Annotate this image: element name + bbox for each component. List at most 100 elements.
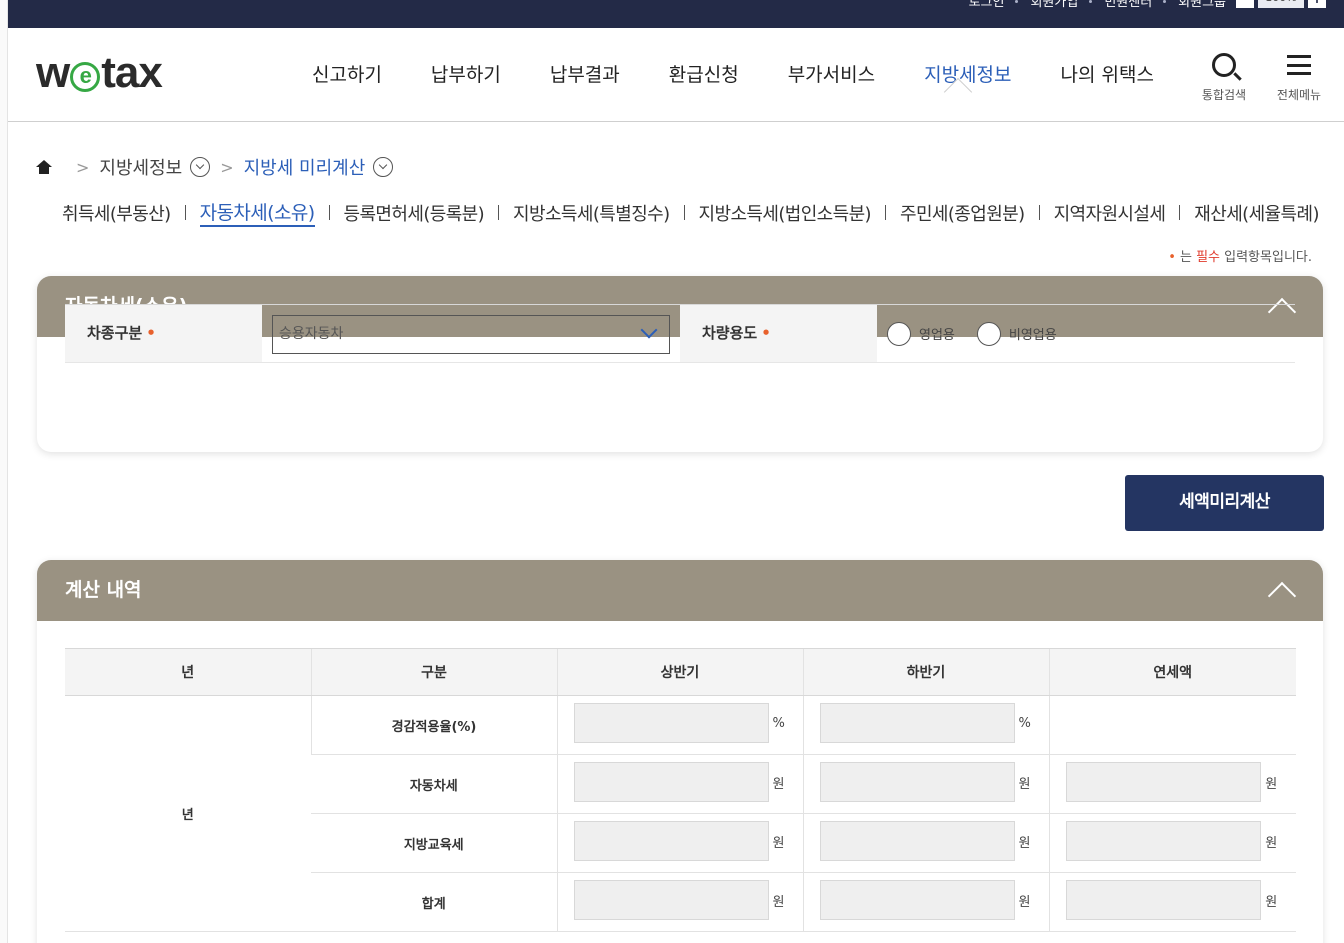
wetax-logo[interactable]: w e tax [36,48,163,98]
top-utility-bar: 로그인 회원가입 민원센터 회원그룹 - 100% + [8,0,1344,28]
tax-type-tabs: 취득세(부동산) 자동차세(소유) 등록면허세(등록분) 지방소득세(특별징수)… [62,198,1319,227]
main-navigation: 신고하기 납부하기 납부결과 환급신청 부가서비스 지방세정보 나의 위택스 [312,60,1203,87]
cell-vehicle-annual: 원 [1048,754,1296,814]
logo-e-mark: e [70,62,101,92]
nav-item-local-tax-info[interactable]: 지방세정보 [924,60,1011,87]
vehicle-form-row: 차종구분 • 승용자동차 차량용도 • 영업용 비영업용 [65,304,1295,363]
usage-option-commercial-label: 영업용 [919,328,955,343]
year-cell: 년 [65,695,311,932]
utility-links: 로그인 회원가입 민원센터 회원그룹 [969,0,1226,10]
vehicle-tax-first-half-field [573,762,769,802]
column-header-category: 구분 [310,648,557,696]
reduction-second-half-field [819,703,1015,743]
tab-registration-license-tax[interactable]: 등록면허세(등록분) [344,200,485,226]
tab-regional-resource-facility-tax[interactable]: 지역자원시설세 [1054,200,1166,226]
cell-reduction-second-half: % [802,695,1049,755]
usage-option-commercial[interactable]: 영업용 [887,321,955,346]
cell-education-first-half: 원 [556,813,803,873]
unit-label: % [1018,715,1031,731]
vehicle-tax-annual-field [1066,762,1262,802]
breadcrumb-level1[interactable]: 지방세정보 [99,154,182,180]
breadcrumb-separator-icon: > [220,157,234,177]
total-annual-field [1066,880,1262,920]
tab-vehicle-tax[interactable]: 자동차세(소유) [199,198,315,227]
help-center-link[interactable]: 민원센터 [1089,0,1152,10]
tab-property-tax-special[interactable]: 재산세(세율특례) [1194,200,1319,226]
radio-button-commercial[interactable] [887,321,911,346]
vehicle-type-cell: 승용자동차 [262,305,680,362]
signup-link[interactable]: 회원가입 [1015,0,1078,10]
nav-item-extra-services[interactable]: 부가서비스 [788,60,875,87]
tab-resident-tax-employee[interactable]: 주민세(종업원분) [900,200,1025,226]
collapse-result-panel-icon[interactable] [1267,578,1295,598]
zoom-level: 100% [1258,0,1304,8]
vehicle-type-selected-value: 승용자동차 [279,326,344,342]
nav-item-refund[interactable]: 환급신청 [669,60,739,87]
result-panel-title: 계산 내역 [65,579,142,601]
nav-item-payment[interactable]: 납부하기 [431,60,501,87]
all-menu-button[interactable]: 전체메뉴 [1270,50,1328,103]
nav-item-payment-result[interactable]: 납부결과 [550,60,620,87]
row-label-reduction-rate: 경감적용율(%) [310,695,557,755]
breadcrumb-level1-dropdown-icon[interactable] [190,157,211,177]
usage-option-noncommercial-label: 비영업용 [1008,328,1057,343]
login-link[interactable]: 로그인 [969,0,1005,10]
unit-label: 원 [1018,894,1031,910]
page: 로그인 회원가입 민원센터 회원그룹 - 100% + wetax 신고하기 납… [0,0,1344,943]
column-header-first-half: 상반기 [556,648,803,696]
tab-acquisition-tax[interactable]: 취득세(부동산) [62,200,171,226]
total-first-half-field [573,880,769,920]
row-label-education-tax: 지방교육세 [311,813,557,873]
cell-education-second-half: 원 [802,813,1049,873]
tab-divider [683,205,685,220]
result-table: 년 구분 상반기 하반기 연세액 년 경감적용율(%) % % 자동차세 원 원… [65,648,1296,932]
tab-divider [184,205,186,220]
vehicle-type-select[interactable]: 승용자동차 [272,315,670,354]
unit-label: 원 [772,894,785,910]
usage-option-noncommercial[interactable]: 비영업용 [976,321,1057,346]
logo-text-tax: tax [101,48,163,97]
search-icon [1212,53,1236,77]
cell-total-first-half: 원 [556,872,803,932]
tab-divider [1179,205,1181,220]
column-header-annual-tax: 연세액 [1048,648,1296,696]
required-note-suffix: 입력항목입니다. [1224,250,1312,265]
tab-local-income-tax-corporate[interactable]: 지방소득세(법인소득분) [699,200,872,226]
breadcrumb-current-dropdown-icon[interactable] [373,157,394,177]
unit-label: 원 [1265,894,1278,910]
home-icon[interactable] [36,160,52,174]
cell-reduction-annual [1048,695,1296,755]
member-group-link[interactable]: 회원그룹 [1163,0,1226,10]
breadcrumb-separator-icon: > [76,157,90,177]
usage-radio-group: 영업용 비영업용 [877,305,1295,362]
vehicle-type-label-text: 차종구분 [87,324,143,342]
total-second-half-field [819,880,1015,920]
education-tax-second-half-field [819,821,1015,861]
required-mark: • [146,324,156,342]
logo-text-w: w [36,48,70,97]
tab-divider [884,205,886,220]
nav-item-report[interactable]: 신고하기 [312,60,382,87]
zoom-control: - 100% + [1236,0,1326,8]
search-label: 통합검색 [1201,88,1247,102]
cell-vehicle-first-half: 원 [556,754,803,814]
zoom-out-button[interactable]: - [1236,0,1254,8]
tab-divider [1038,205,1040,220]
integrated-search-button[interactable]: 통합검색 [1196,50,1252,103]
vehicle-tax-form-panel: 자동차세(소유) 차종구분• 승용자동차 차량용도• 영업용 비영업용 [37,276,1323,452]
row-label-vehicle-tax: 자동차세 [311,754,557,814]
required-mark: • [761,324,771,342]
education-tax-first-half-field [573,821,769,861]
result-table-header-row: 년 구분 상반기 하반기 연세액 [65,648,1296,696]
breadcrumb-current[interactable]: 지방세 미리계산 [244,154,366,180]
nav-item-my-wetax[interactable]: 나의 위택스 [1061,60,1154,87]
calculate-tax-button[interactable]: 세액미리계산 [1125,475,1324,531]
all-menu-label: 전체메뉴 [1276,88,1322,102]
row-label-total: 합계 [311,872,557,932]
radio-button-noncommercial[interactable] [976,321,1001,346]
required-field-note: • 는 필수 입력항목입니다. [1168,246,1312,265]
required-note-prefix: 는 [1179,250,1192,265]
tab-local-income-tax-withholding[interactable]: 지방소득세(특별징수) [513,200,670,226]
unit-label: 원 [772,835,785,851]
zoom-in-button[interactable]: + [1308,0,1326,8]
